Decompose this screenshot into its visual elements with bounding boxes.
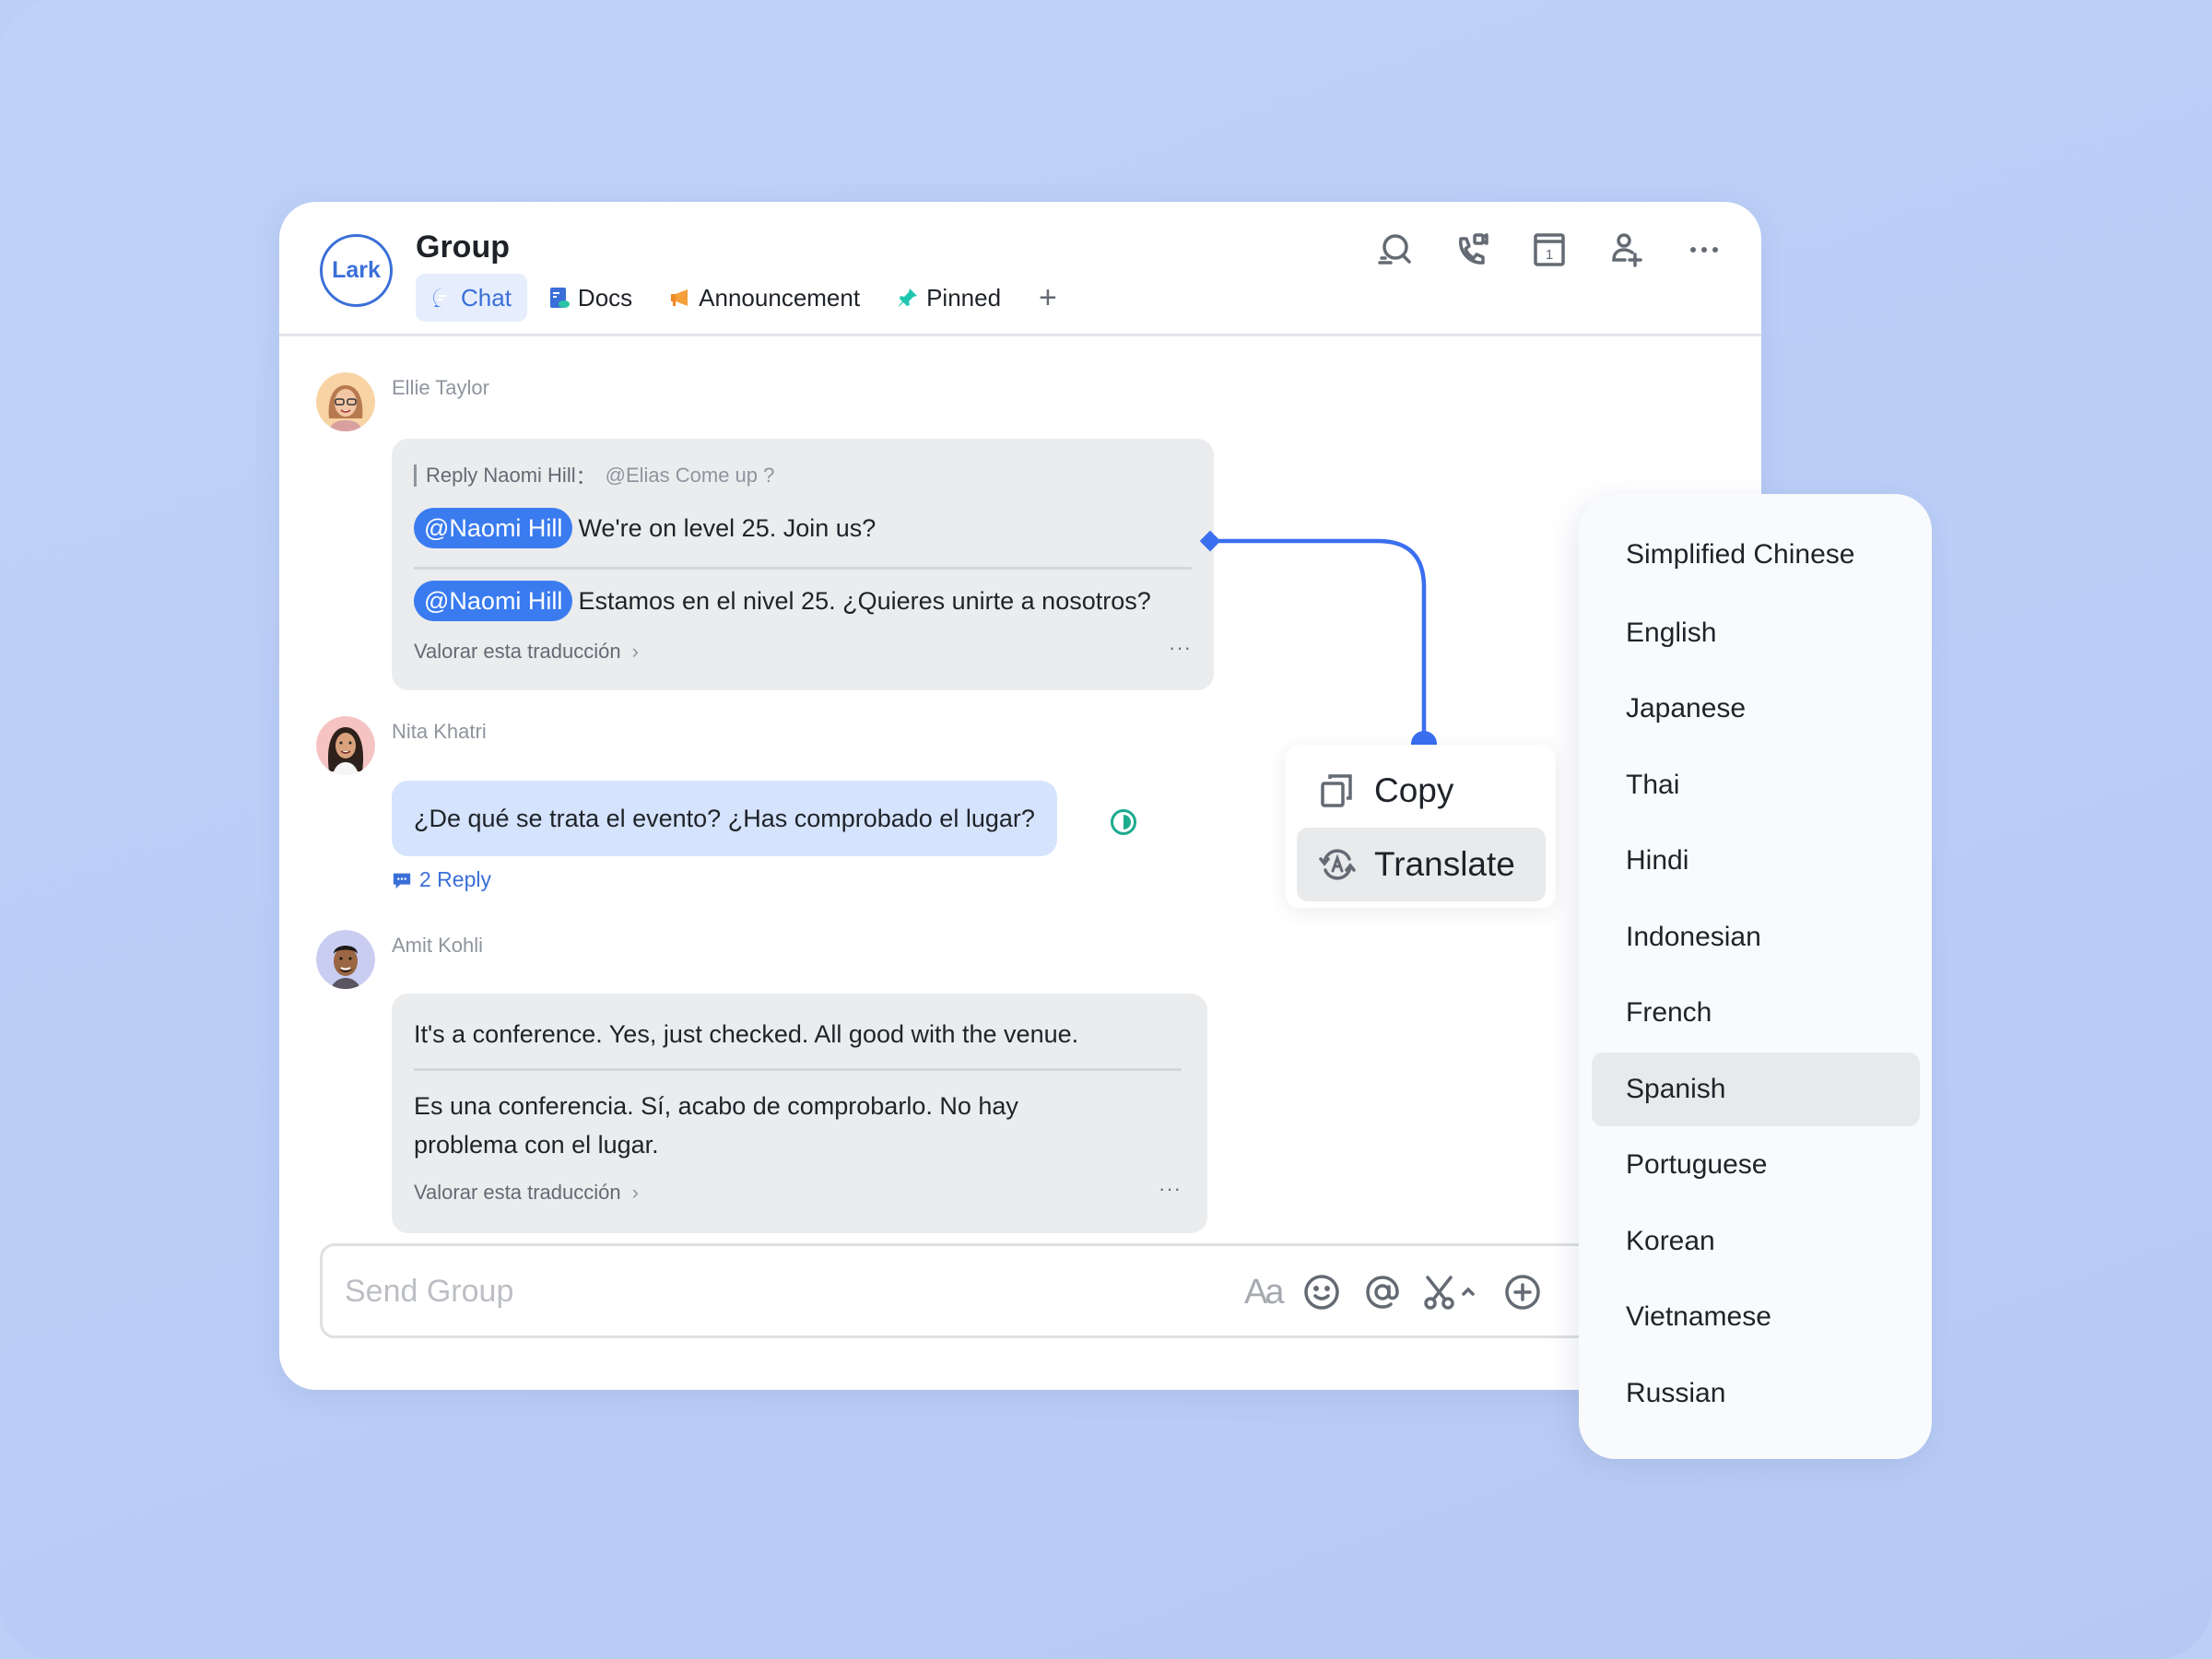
rate-translation-link[interactable]: Valorar esta traducción › xyxy=(414,1181,639,1205)
add-member-icon[interactable] xyxy=(1606,229,1647,270)
mention-icon[interactable] xyxy=(1362,1270,1403,1314)
message-text: Estamos en el nivel 25. ¿Quieres unirte … xyxy=(578,587,1151,615)
avatar[interactable] xyxy=(316,716,375,775)
translated-text: @Naomi Hill Estamos en el nivel 25. ¿Qui… xyxy=(414,581,1151,621)
chat-bubble-icon xyxy=(431,287,453,309)
translated-text: Es una conferencia. Sí, acabo de comprob… xyxy=(414,1092,1018,1159)
menu-item-translate[interactable]: Translate xyxy=(1297,828,1546,901)
language-option[interactable]: Hindi xyxy=(1592,824,1920,898)
input-placeholder: Send Group xyxy=(345,1274,514,1309)
language-option-selected[interactable]: Spanish xyxy=(1592,1053,1920,1126)
thread-icon xyxy=(393,873,411,888)
language-option[interactable]: Russian xyxy=(1592,1357,1920,1430)
language-option[interactable]: Portuguese xyxy=(1592,1128,1920,1202)
language-option[interactable]: Thai xyxy=(1592,748,1920,822)
tab-announcement[interactable]: Announcement xyxy=(653,274,876,322)
tab-label: Pinned xyxy=(926,283,1002,312)
rate-translation-link[interactable]: Valorar esta traducción › xyxy=(414,640,639,664)
reply-text: @Elias Come up ? xyxy=(605,464,775,487)
message-more-button[interactable]: ··· xyxy=(1159,1177,1182,1201)
translation-divider xyxy=(414,567,1192,570)
message-text: ¿De qué se trata el evento? ¿Has comprob… xyxy=(414,805,1035,832)
menu-item-label: Translate xyxy=(1374,845,1515,883)
translation-divider xyxy=(414,1068,1182,1071)
mention-tag[interactable]: @Naomi Hill xyxy=(414,581,573,621)
chevron-right-icon: › xyxy=(631,640,639,663)
copy-icon xyxy=(1321,774,1352,807)
read-status-icon xyxy=(1110,808,1137,836)
logo-text: Lark xyxy=(332,257,381,283)
more-icon[interactable] xyxy=(1684,229,1724,270)
message-text: We're on level 25. Join us? xyxy=(578,514,877,542)
context-menu: Copy Translate xyxy=(1286,745,1556,908)
add-icon[interactable] xyxy=(1502,1270,1543,1314)
language-option[interactable]: Vietnamese xyxy=(1592,1280,1920,1354)
calendar-day: 1 xyxy=(1546,247,1553,263)
call-video-icon[interactable] xyxy=(1452,229,1492,270)
language-option[interactable]: English xyxy=(1592,596,1920,670)
chevron-right-icon: › xyxy=(631,1181,639,1204)
language-option[interactable]: Korean xyxy=(1592,1205,1920,1278)
screenshot-icon[interactable] xyxy=(1423,1270,1482,1314)
tab-docs[interactable]: Docs xyxy=(533,274,648,322)
message-input[interactable]: Send Group Aa xyxy=(320,1243,1761,1338)
group-title: Group xyxy=(416,229,510,265)
reply-bar xyxy=(414,465,417,487)
pin-icon xyxy=(897,287,919,309)
message-bubble[interactable]: Reply Naomi Hill ： @Elias Come up ? @Nao… xyxy=(392,439,1214,690)
sender-name: Ellie Taylor xyxy=(392,376,489,399)
reply-count-label: 2 Reply xyxy=(419,867,491,891)
docs-icon xyxy=(548,287,571,309)
header-actions: 1 xyxy=(1374,229,1724,270)
search-icon[interactable] xyxy=(1374,229,1415,270)
tab-bar: Chat Docs Announcement Pinned + xyxy=(416,274,1074,322)
message-more-button[interactable]: ··· xyxy=(1169,636,1192,660)
thread-reply-link[interactable]: 2 Reply xyxy=(392,867,491,892)
add-tab-button[interactable]: + xyxy=(1022,280,1074,316)
menu-item-copy[interactable]: Copy xyxy=(1297,754,1546,828)
reply-label: Reply Naomi Hill xyxy=(426,464,576,487)
reply-separator: ： xyxy=(575,465,596,488)
tab-label: Docs xyxy=(577,283,633,312)
translate-icon xyxy=(1319,849,1356,880)
tab-pinned[interactable]: Pinned xyxy=(881,274,1017,322)
calendar-icon[interactable]: 1 xyxy=(1529,229,1570,270)
tab-label: Announcement xyxy=(699,283,861,312)
avatar[interactable] xyxy=(316,930,375,989)
chat-header: Lark Group Chat Docs Announcement Pinned… xyxy=(279,202,1761,336)
language-option[interactable]: Simplified Chinese xyxy=(1592,518,1920,592)
input-toolbar: Aa xyxy=(1244,1270,1543,1314)
message-bubble[interactable]: ¿De qué se trata el evento? ¿Has comprob… xyxy=(392,781,1057,856)
avatar[interactable] xyxy=(316,372,375,431)
rate-label: Valorar esta traducción xyxy=(414,640,621,663)
rate-label: Valorar esta traducción xyxy=(414,1181,621,1204)
language-option[interactable]: Indonesian xyxy=(1592,900,1920,974)
original-text: It's a conference. Yes, just checked. Al… xyxy=(414,1020,1079,1048)
mention-tag[interactable]: @Naomi Hill xyxy=(414,508,573,548)
message-bubble[interactable]: It's a conference. Yes, just checked. Al… xyxy=(392,994,1207,1233)
reply-reference[interactable]: Reply Naomi Hill ： @Elias Come up ? xyxy=(414,461,774,490)
original-text: @Naomi Hill We're on level 25. Join us? xyxy=(414,508,876,548)
language-option[interactable]: French xyxy=(1592,976,1920,1050)
language-option[interactable]: Japanese xyxy=(1592,672,1920,746)
menu-item-label: Copy xyxy=(1374,771,1454,809)
emoji-icon[interactable] xyxy=(1301,1270,1342,1314)
language-list: Simplified Chinese English Japanese Thai… xyxy=(1579,494,1932,1459)
lark-logo: Lark xyxy=(320,234,393,307)
sender-name: Amit Kohli xyxy=(392,934,484,957)
tab-label: Chat xyxy=(461,283,512,312)
tab-chat[interactable]: Chat xyxy=(416,274,527,322)
sender-name: Nita Khatri xyxy=(392,720,487,743)
text-format-icon[interactable]: Aa xyxy=(1244,1270,1285,1314)
megaphone-icon xyxy=(669,287,691,309)
